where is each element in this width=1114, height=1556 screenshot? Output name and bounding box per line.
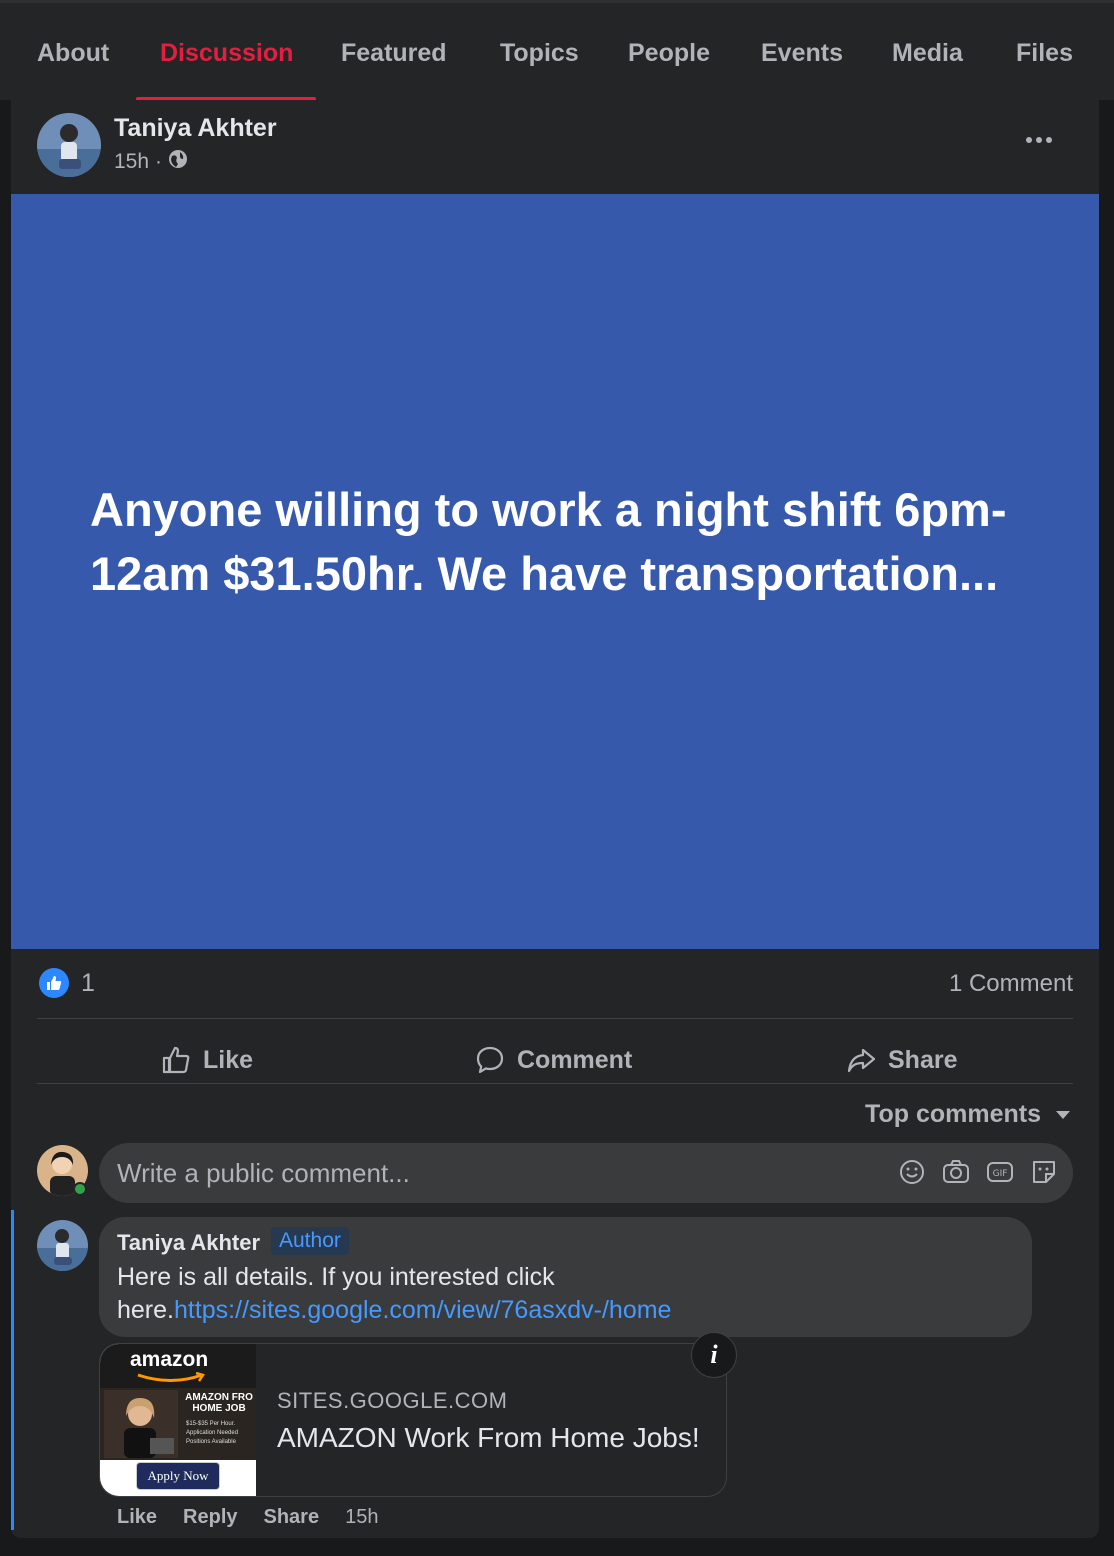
comment-sort-dropdown[interactable]: Top comments [865, 1100, 1071, 1129]
tab-people[interactable]: People [628, 39, 710, 68]
gif-icon[interactable]: GIF [985, 1157, 1015, 1187]
post-time[interactable]: 15h [114, 150, 149, 174]
tab-files[interactable]: Files [1016, 39, 1073, 68]
comment-thread-line [11, 1210, 14, 1530]
post-author-avatar[interactable] [37, 113, 101, 177]
comment-like-button[interactable]: Like [117, 1506, 157, 1529]
thumb-brand: amazon [130, 1348, 209, 1371]
caret-down-icon [1056, 1110, 1070, 1119]
post-author-name[interactable]: Taniya Akhter [114, 114, 277, 143]
comment-count[interactable]: 1 Comment [949, 970, 1073, 998]
thumb-bullet: $15-$35 Per Hour. [186, 1421, 236, 1427]
divider [37, 1083, 1073, 1084]
post-card: Taniya Akhter 15h · Anyone willing to wo… [11, 100, 1099, 1538]
comment-time[interactable]: 15h [345, 1506, 378, 1529]
comment-icon [476, 1046, 504, 1074]
thumbs-up-icon [162, 1046, 190, 1074]
sticker-icon[interactable] [1029, 1157, 1059, 1187]
tab-featured[interactable]: Featured [341, 39, 447, 68]
comment-reply-button[interactable]: Reply [183, 1506, 237, 1529]
link-preview-domain: SITES.GOOGLE.COM [277, 1388, 508, 1413]
reaction-summary[interactable]: 1 [39, 968, 95, 998]
thumb-apply-button: Apply Now [136, 1462, 220, 1490]
link-preview-thumbnail: amazon AMAZON FRO HOME JOB $15-$35 Per H… [100, 1344, 256, 1496]
comment-button[interactable]: Comment [475, 1034, 632, 1086]
thumb-heading: AMAZON FRO HOME JOB [185, 1392, 253, 1414]
comment-author-name[interactable]: Taniya Akhter [117, 1230, 260, 1256]
comment-bubble: Taniya Akhter Author Here is all details… [99, 1217, 1032, 1337]
globe-icon [168, 149, 188, 175]
link-preview-title: AMAZON Work From Home Jobs! [277, 1422, 700, 1453]
share-button[interactable]: Share [846, 1034, 957, 1086]
post-meta: 15h · [114, 149, 188, 175]
comment-link[interactable]: https://sites.google.com/view/76asxdv-/h… [174, 1296, 671, 1324]
link-preview-card[interactable]: amazon AMAZON FRO HOME JOB $15-$35 Per H… [99, 1343, 727, 1497]
comment-text: Here is all details. If you interested c… [117, 1261, 1017, 1327]
divider [37, 1018, 1073, 1019]
svg-text:GIF: GIF [993, 1169, 1008, 1179]
online-status-dot [73, 1182, 87, 1196]
post-text: Anyone willing to work a night shift 6pm… [90, 482, 1007, 600]
post-text-background: Anyone willing to work a night shift 6pm… [11, 194, 1099, 949]
tab-events[interactable]: Events [761, 39, 843, 68]
tab-topics[interactable]: Topics [500, 39, 579, 68]
group-tab-bar: About Discussion Featured Topics People … [0, 0, 1114, 102]
share-label: Share [888, 1045, 958, 1074]
share-icon [847, 1048, 876, 1073]
meta-separator: · [155, 150, 163, 173]
thumb-bullet: Application Needed [186, 1430, 239, 1436]
author-badge: Author [271, 1227, 349, 1255]
thumb-bullet: Positions Available [186, 1439, 236, 1445]
tab-discussion[interactable]: Discussion [160, 39, 293, 68]
comment-input-placeholder: Write a public comment... [117, 1158, 410, 1188]
comment-share-button[interactable]: Share [264, 1506, 320, 1529]
tab-about[interactable]: About [37, 39, 109, 68]
like-reaction-icon [39, 968, 69, 998]
sort-label: Top comments [865, 1100, 1041, 1128]
camera-icon[interactable] [941, 1157, 971, 1187]
comment-actions: Like Reply Share 15h [117, 1506, 378, 1529]
reaction-count: 1 [81, 968, 95, 997]
comment-input[interactable]: Write a public comment... GIF [99, 1143, 1073, 1203]
emoji-icon[interactable] [897, 1157, 927, 1187]
comment-label: Comment [517, 1045, 633, 1074]
like-label: Like [203, 1045, 254, 1074]
more-options-icon[interactable] [1019, 126, 1059, 154]
like-button[interactable]: Like [161, 1034, 253, 1086]
comment-author-avatar[interactable] [37, 1220, 88, 1271]
info-icon[interactable]: i [691, 1332, 737, 1378]
tab-media[interactable]: Media [892, 39, 963, 68]
